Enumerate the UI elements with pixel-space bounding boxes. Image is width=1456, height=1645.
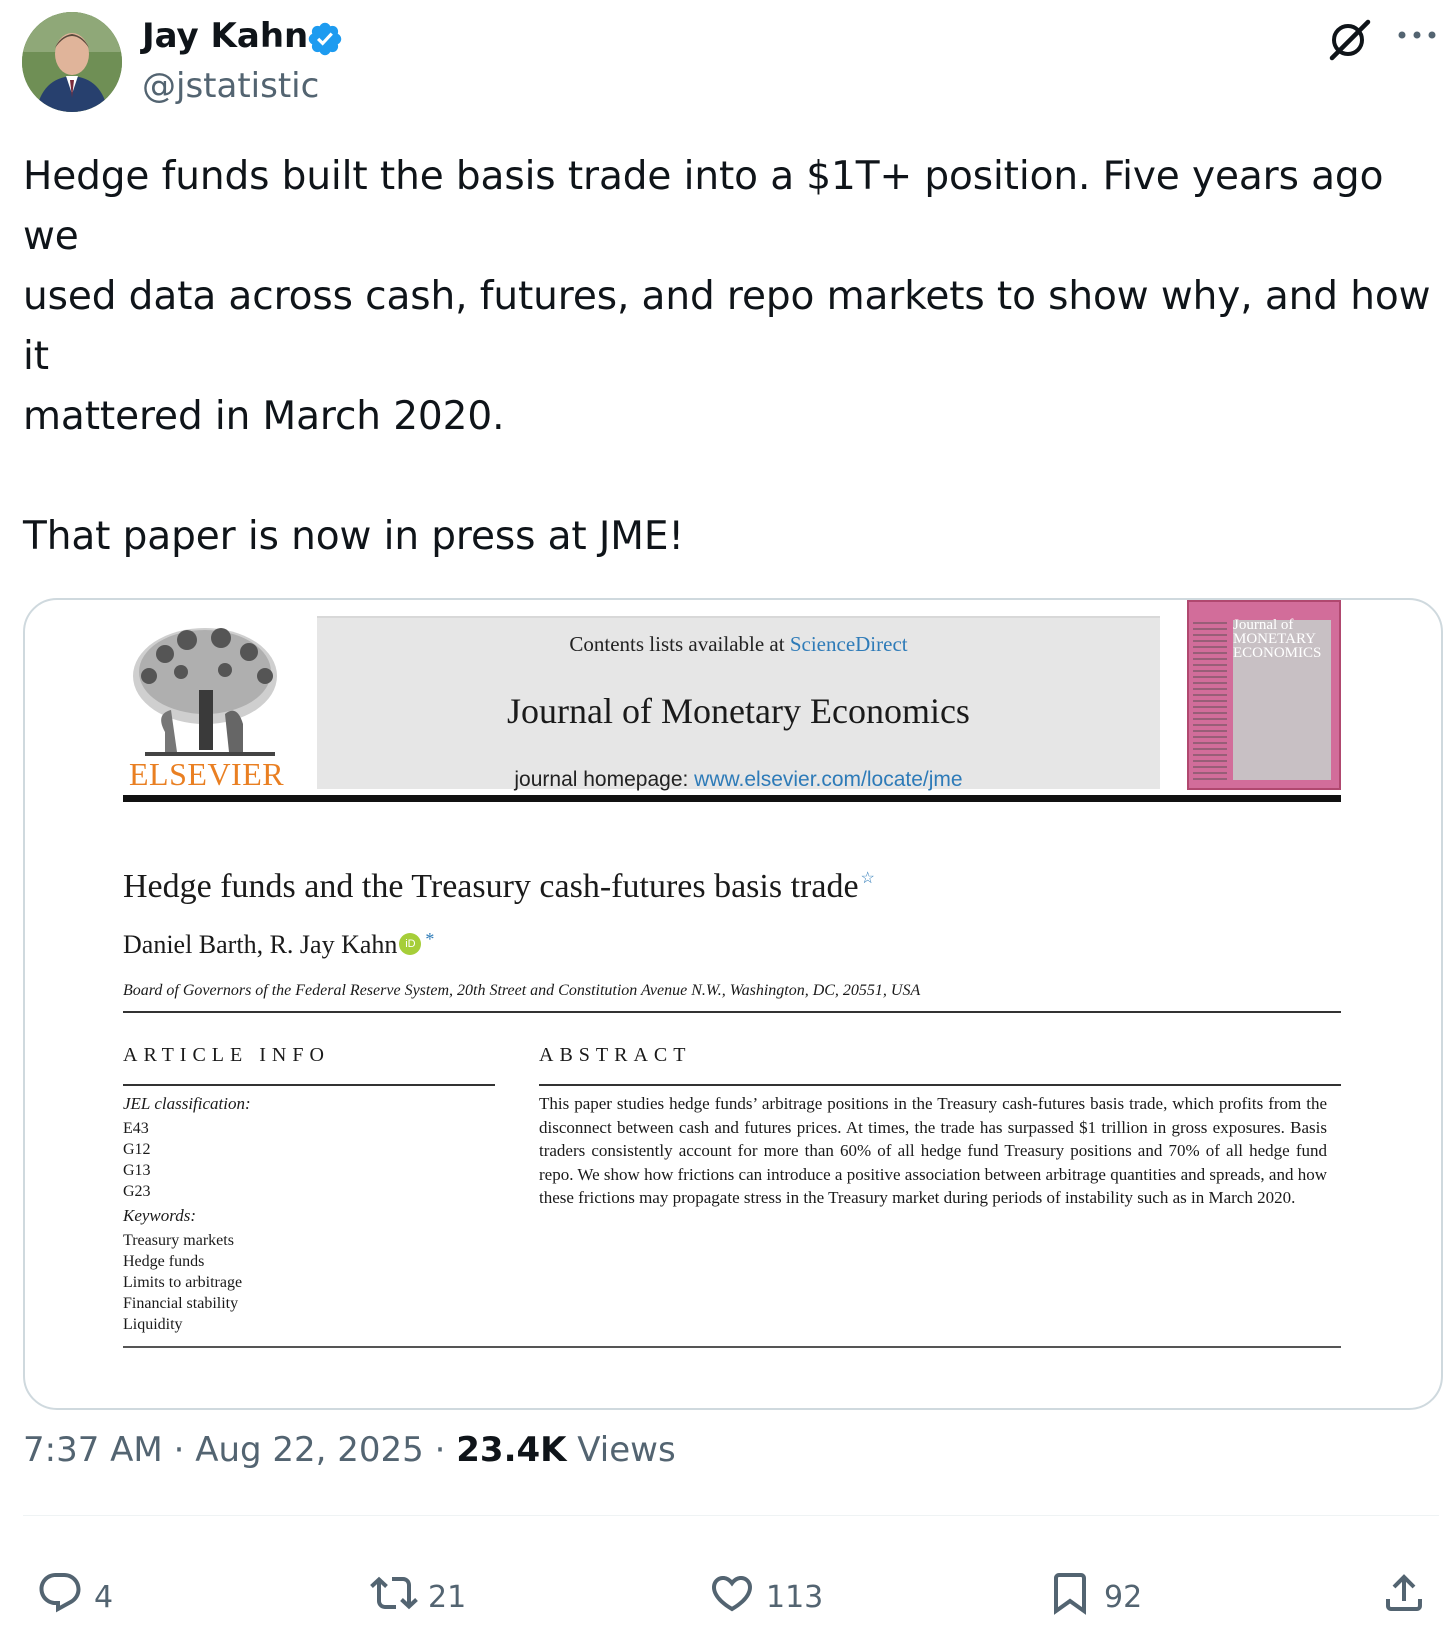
homepage-link[interactable]: www.elsevier.com/locate/jme: [694, 768, 962, 791]
abstract-heading: ABSTRACT: [539, 1044, 692, 1066]
article-info-heading: ARTICLE INFO: [123, 1044, 330, 1066]
corresponding-asterisk: *: [425, 929, 435, 949]
actions-divider: [23, 1515, 1439, 1516]
jel-code: G13: [123, 1162, 151, 1179]
meta-separator: ·: [162, 1430, 196, 1470]
journal-header-box: Contents lists available at ScienceDirec…: [317, 616, 1160, 792]
keyword: Limits to arbitrage: [123, 1274, 243, 1291]
journal-name: Journal of Monetary Economics: [507, 691, 970, 731]
jel-code: G12: [123, 1141, 151, 1158]
paper-title: Hedge funds and the Treasury cash-future…: [123, 868, 875, 906]
abstract-rule: [539, 1084, 1341, 1086]
paper-authors: Daniel Barth, R. Jay Kahn iD *: [123, 929, 435, 961]
media-card[interactable]: ELSEVIER Contents lists available at Sci…: [23, 598, 1443, 1410]
avatar[interactable]: [22, 12, 122, 112]
affiliation-rule: [123, 1011, 1341, 1013]
jel-label: JEL classification:: [123, 1094, 251, 1113]
tweet-meta: 7:37 AM · Aug 22, 2025 · 23.4K Views: [23, 1430, 676, 1470]
author-handle[interactable]: @jstatistic: [142, 66, 319, 106]
authors-text: Daniel Barth, R. Jay Kahn: [123, 930, 398, 959]
keyword: Financial stability: [123, 1295, 239, 1312]
jel-code: E43: [123, 1120, 149, 1137]
views-label: Views: [566, 1430, 676, 1470]
paper-affiliation: Board of Governors of the Federal Reserv…: [123, 982, 921, 999]
bookmark-icon: [1046, 1569, 1094, 1625]
jel-code: G23: [123, 1183, 151, 1200]
repost-button[interactable]: 21: [370, 1572, 466, 1622]
reply-button[interactable]: 4: [36, 1572, 113, 1622]
author-name[interactable]: Jay Kahn: [142, 16, 308, 56]
heart-icon: [708, 1569, 756, 1625]
share-button[interactable]: [1380, 1572, 1428, 1622]
bookmark-count: 92: [1104, 1579, 1143, 1615]
keyword: Hedge funds: [123, 1253, 205, 1270]
paper-title-text: Hedge funds and the Treasury cash-future…: [123, 868, 859, 905]
tweet-date[interactable]: Aug 22, 2025: [195, 1430, 424, 1470]
reply-icon: [36, 1569, 84, 1625]
abstract-text: This paper studies hedge funds’ arbitrag…: [539, 1094, 1327, 1207]
more-options-icon[interactable]: [1396, 24, 1438, 46]
repost-count: 21: [428, 1579, 467, 1615]
homepage-prefix: journal homepage:: [514, 768, 695, 791]
footnote-star-icon: ☆: [860, 870, 875, 887]
grok-icon[interactable]: [1324, 14, 1376, 66]
keywords-label: Keywords:: [123, 1206, 197, 1225]
verified-badge-icon: [306, 20, 344, 58]
cover-title: Journal of MONETARY ECONOMICS: [1233, 617, 1322, 661]
article-info-rule: [123, 1084, 495, 1086]
header-rule: [123, 795, 1341, 802]
keyword: Liquidity: [123, 1316, 183, 1333]
homepage-line: journal homepage: www.elsevier.com/locat…: [317, 768, 1160, 792]
sciencedirect-link[interactable]: ScienceDirect: [790, 632, 908, 656]
footer-rule: [123, 1346, 1341, 1348]
bookmark-button[interactable]: 92: [1046, 1572, 1142, 1622]
paper-first-page: ELSEVIER Contents lists available at Sci…: [25, 600, 1441, 1408]
cover-text-strip: [1193, 622, 1227, 782]
elsevier-wordmark: ELSEVIER: [129, 756, 285, 792]
meta-separator: ·: [423, 1430, 457, 1470]
orcid-icon: iD: [399, 933, 422, 955]
views-count: 23.4K: [456, 1430, 567, 1470]
repost-icon: [370, 1569, 418, 1625]
like-count: 113: [766, 1579, 824, 1615]
contents-line: Contents lists available at ScienceDirec…: [317, 632, 1160, 657]
keyword: Treasury markets: [123, 1232, 234, 1249]
tweet-time[interactable]: 7:37 AM: [23, 1430, 163, 1470]
share-icon: [1380, 1569, 1428, 1625]
contents-prefix: Contents lists available at: [569, 632, 790, 656]
journal-cover: Journal of MONETARY ECONOMICS: [1187, 600, 1341, 790]
keywords-list: Treasury markets Hedge funds Limits to a…: [123, 1230, 242, 1335]
jel-codes: E43 G12 G13 G23: [123, 1118, 151, 1202]
like-button[interactable]: 113: [708, 1572, 823, 1622]
reply-count: 4: [94, 1579, 114, 1615]
